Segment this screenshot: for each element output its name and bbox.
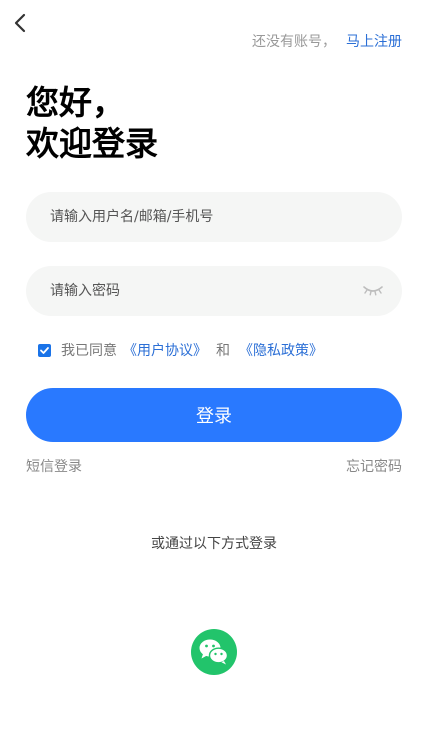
sms-login-link[interactable]: 短信登录	[26, 456, 82, 476]
checkmark-icon	[40, 346, 49, 354]
page-title: 您好， 欢迎登录	[26, 82, 158, 164]
login-button[interactable]: 登录	[26, 388, 402, 442]
forgot-password-link[interactable]: 忘记密码	[346, 456, 402, 476]
username-input[interactable]	[50, 192, 352, 242]
register-prompt: 还没有账号， 马上注册	[252, 32, 402, 52]
password-visibility-toggle[interactable]	[362, 282, 384, 298]
password-field[interactable]	[26, 266, 402, 316]
agreement-conjunction: 和	[216, 343, 230, 359]
agreement-prefix: 我已同意	[61, 343, 117, 359]
wechat-login-button[interactable]	[191, 629, 237, 675]
agreement-row: 我已同意 《用户协议》 和 《隐私政策》	[38, 340, 323, 360]
wechat-icon	[199, 639, 229, 665]
user-agreement-link[interactable]: 《用户协议》	[123, 340, 207, 360]
username-field[interactable]	[26, 192, 402, 242]
no-account-hint: 还没有账号，	[252, 34, 336, 50]
password-input[interactable]	[50, 266, 352, 316]
greeting-line-1: 您好，	[26, 83, 125, 122]
privacy-policy-link[interactable]: 《隐私政策》	[239, 340, 323, 360]
alternative-login-title: 或通过以下方式登录	[151, 536, 277, 552]
chevron-left-icon	[14, 13, 26, 33]
register-link[interactable]: 马上注册	[346, 34, 402, 50]
agreement-checkbox[interactable]	[38, 343, 51, 357]
eye-closed-icon	[363, 286, 383, 296]
greeting-line-2: 欢迎登录	[26, 124, 158, 163]
back-button[interactable]	[10, 10, 32, 36]
